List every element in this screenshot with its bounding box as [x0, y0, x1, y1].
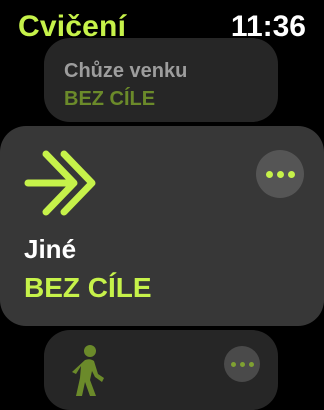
double-chevron-right-icon	[24, 150, 96, 216]
more-options-icon	[265, 170, 273, 178]
workout-goal: BEZ CÍLE	[24, 272, 152, 303]
more-options-dot	[239, 361, 245, 367]
more-options-dot	[248, 361, 254, 367]
workout-card-other[interactable]: Jiné BEZ CÍLE	[0, 126, 324, 326]
workout-goal: BEZ CÍLE	[64, 88, 156, 110]
more-options-dot	[287, 170, 295, 178]
more-options-dot	[276, 170, 284, 178]
walking-person-icon	[72, 345, 104, 396]
more-options-button[interactable]	[256, 150, 304, 198]
more-options-icon	[230, 361, 236, 367]
workout-name: Chůze venku	[64, 60, 188, 82]
workout-card-outdoor-walk[interactable]: Chůze venku BEZ CÍLE	[44, 38, 278, 122]
more-options-button[interactable]	[224, 346, 260, 382]
workout-card-walk[interactable]	[44, 330, 278, 410]
workout-name: Jiné	[24, 234, 77, 264]
